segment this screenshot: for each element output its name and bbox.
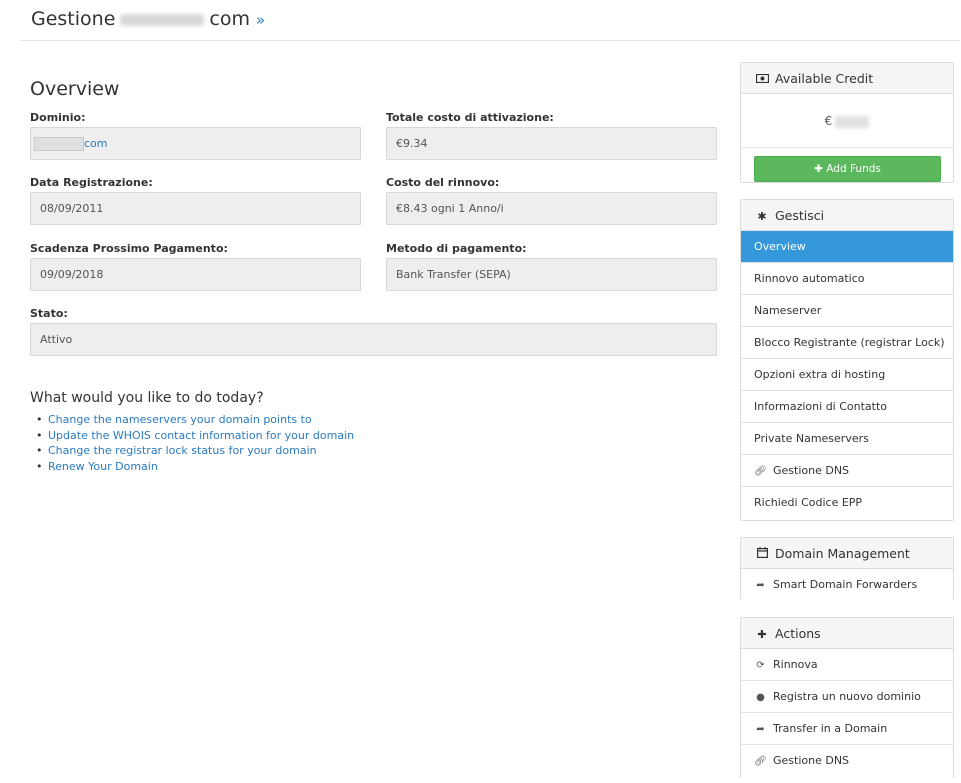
credit-amount: € <box>741 94 953 148</box>
add-funds-button[interactable]: ✚ Add Funds <box>754 156 941 182</box>
field-total-cost: Totale costo di attivazione: €9.34 <box>386 111 717 160</box>
menu-item-smart-forwarders[interactable]: ➦ Smart Domain Forwarders <box>741 569 953 601</box>
action-transfer-domain[interactable]: ➦ Transfer in a Domain <box>741 713 953 745</box>
redacted-domain <box>34 137 84 151</box>
redacted-domain <box>120 13 205 26</box>
action-renew[interactable]: ⟳ Rinnova <box>741 649 953 681</box>
menu-item-hosting-extras[interactable]: Opzioni extra di hosting <box>741 359 953 391</box>
manage-panel-header: ✱ Gestisci <box>741 200 953 231</box>
quick-actions: What would you like to do today? Change … <box>30 390 720 474</box>
field-reg-date: Data Registrazione: 08/09/2011 <box>30 176 361 225</box>
link-change-nameservers[interactable]: Change the nameservers your domain point… <box>36 412 720 428</box>
link-icon: 🔗︎ <box>754 756 767 767</box>
total-cost-value: €9.34 <box>386 127 717 160</box>
menu-item-dns[interactable]: 🔗︎ Gestione DNS <box>741 455 953 487</box>
field-payment-method: Metodo di pagamento: Bank Transfer (SEPA… <box>386 242 717 291</box>
link-icon: 🔗︎ <box>754 466 767 477</box>
redacted-amount <box>835 115 870 128</box>
reg-date-value: 08/09/2011 <box>30 192 361 225</box>
action-register-domain[interactable]: ● Registra un nuovo dominio <box>741 681 953 713</box>
menu-item-epp-code[interactable]: Richiedi Codice EPP <box>741 487 953 519</box>
credit-panel: Available Credit € ✚ Add Funds <box>740 62 954 183</box>
overview-section: Overview <box>30 78 720 106</box>
action-dns[interactable]: 🔗︎ Gestione DNS <box>741 745 953 777</box>
link-update-whois[interactable]: Update the WHOIS contact information for… <box>36 428 720 444</box>
page-header: Gestione com » <box>20 0 960 41</box>
page-title: Gestione com » <box>31 8 266 30</box>
manage-panel: ✱ Gestisci Overview Rinnovo automatico Na… <box>740 199 954 521</box>
share-arrow-icon: ➦ <box>756 724 765 735</box>
menu-item-nameserver[interactable]: Nameserver <box>741 295 953 327</box>
renewal-cost-value: €8.43 ogni 1 Anno/i <box>386 192 717 225</box>
quick-actions-title: What would you like to do today? <box>30 390 264 406</box>
field-status: Stato: Attivo <box>30 307 717 356</box>
menu-item-auto-renew[interactable]: Rinnovo automatico <box>741 263 953 295</box>
refresh-icon: ⟳ <box>756 660 765 671</box>
domain-management-header: Domain Management <box>741 538 953 569</box>
plus-icon: ✚ <box>814 163 823 175</box>
menu-item-registrar-lock[interactable]: Blocco Registrante (registrar Lock) <box>741 327 953 359</box>
domain-value[interactable]: com <box>30 127 361 160</box>
actions-panel: ✚ Actions ⟳ Rinnova ● Registra un nuovo dom… <box>740 617 954 778</box>
calendar-icon <box>755 539 769 570</box>
actions-panel-header: ✚ Actions <box>741 618 953 649</box>
gear-icon: ✱ <box>757 210 767 223</box>
money-icon <box>755 64 769 95</box>
field-renewal-cost: Costo del rinnovo: €8.43 ogni 1 Anno/i <box>386 176 717 225</box>
menu-item-overview[interactable]: Overview <box>741 231 953 263</box>
next-due-value: 09/09/2018 <box>30 258 361 291</box>
plus-icon: ✚ <box>757 628 767 641</box>
field-next-due: Scadenza Prossimo Pagamento: 09/09/2018 <box>30 242 361 291</box>
payment-method-value: Bank Transfer (SEPA) <box>386 258 717 291</box>
field-domain: Dominio: com <box>30 111 361 160</box>
menu-item-private-nameservers[interactable]: Private Nameservers <box>741 423 953 455</box>
globe-icon: ● <box>756 692 765 703</box>
link-renew-domain[interactable]: Renew Your Domain <box>36 459 720 475</box>
link-registrar-lock[interactable]: Change the registrar lock status for you… <box>36 443 720 459</box>
credit-panel-header: Available Credit <box>741 63 953 94</box>
status-value: Attivo <box>30 323 717 356</box>
overview-title: Overview <box>30 78 120 100</box>
domain-management-panel: Domain Management ➦ Smart Domain Forwarde… <box>740 537 954 600</box>
chevron-right-icon[interactable]: » <box>256 11 265 29</box>
menu-item-contact-info[interactable]: Informazioni di Contatto <box>741 391 953 423</box>
share-arrow-icon: ➦ <box>756 580 765 591</box>
quick-actions-list: Change the nameservers your domain point… <box>30 412 720 474</box>
